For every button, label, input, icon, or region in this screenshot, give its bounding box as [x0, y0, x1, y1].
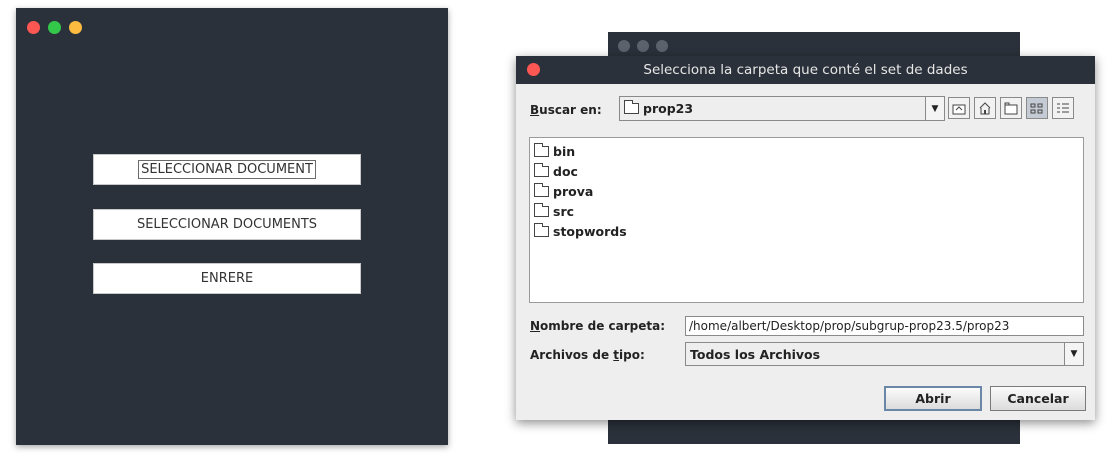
folder-icon — [534, 182, 549, 197]
folder-icon — [534, 142, 549, 157]
open-button[interactable]: Abrir — [884, 386, 982, 411]
new-folder-icon — [1004, 102, 1018, 114]
inactive-close-icon — [618, 40, 630, 52]
file-list[interactable]: bin doc prova src stopwords — [529, 137, 1084, 303]
inactive-minimize-icon — [656, 40, 668, 52]
back-button[interactable]: ENRERE — [93, 263, 361, 294]
window-controls — [27, 21, 82, 34]
list-item-label: src — [553, 203, 575, 219]
dialog-title: Selecciona la carpeta que conté el set d… — [643, 62, 968, 78]
list-item-label: stopwords — [553, 223, 627, 239]
file-type-combo[interactable]: Todos los Archivos ▼ — [685, 342, 1084, 366]
list-item[interactable]: doc — [530, 161, 1083, 181]
details-view-button[interactable] — [1052, 97, 1074, 119]
dialog-close-icon[interactable] — [527, 63, 540, 76]
folder-icon — [534, 202, 549, 217]
look-in-value: prop23 — [643, 101, 694, 116]
file-type-value: Todos los Archivos — [690, 346, 821, 362]
file-type-label: Archivos de tipo: — [530, 348, 645, 362]
new-folder-button[interactable] — [1000, 97, 1022, 119]
list-item[interactable]: bin — [530, 141, 1083, 161]
home-icon — [979, 101, 991, 114]
dialog-titlebar: Selecciona la carpeta que conté el set d… — [516, 56, 1095, 84]
file-type-label-text-end: ipo: — [619, 348, 645, 362]
list-view-button[interactable] — [1026, 97, 1048, 119]
look-in-combo[interactable]: prop23 ▼ — [619, 96, 945, 121]
look-in-label-text: uscar en: — [539, 103, 602, 117]
list-item[interactable]: src — [530, 201, 1083, 221]
folder-name-label-text: ombre de carpeta: — [540, 319, 666, 333]
chevron-down-icon[interactable]: ▼ — [925, 97, 944, 120]
folder-name-mnemonic: N — [530, 319, 541, 333]
file-type-label-text: Archivos de — [530, 348, 614, 362]
up-folder-icon — [952, 104, 966, 114]
folder-icon — [534, 162, 549, 177]
main-window: SELECCIONAR DOCUMENT SELECCIONAR DOCUMEN… — [16, 8, 448, 445]
list-item-label: bin — [553, 143, 576, 159]
cancel-button[interactable]: Cancelar — [990, 386, 1086, 411]
folder-name-input[interactable] — [685, 316, 1084, 336]
list-item-label: prova — [553, 183, 594, 199]
list-item-label: doc — [553, 163, 578, 179]
minimize-window-icon[interactable] — [69, 21, 82, 34]
folder-icon — [624, 100, 639, 114]
select-documents-button[interactable]: SELECCIONAR DOCUMENTS — [93, 209, 361, 240]
look-in-mnemonic: B — [530, 103, 540, 117]
up-one-level-button[interactable] — [948, 97, 970, 119]
folder-name-label: Nombre de carpeta: — [530, 319, 665, 333]
folder-icon — [534, 222, 549, 237]
list-item[interactable]: stopwords — [530, 221, 1083, 241]
look-in-label: Buscar en: — [530, 103, 602, 117]
chevron-down-icon[interactable]: ▼ — [1064, 343, 1083, 365]
home-button[interactable] — [974, 97, 996, 119]
details-view-icon — [1057, 103, 1069, 112]
inactive-maximize-icon — [637, 40, 649, 52]
dialog-toolbar — [948, 97, 1074, 119]
select-document-button[interactable]: SELECCIONAR DOCUMENT — [93, 154, 361, 185]
background-window-controls — [618, 40, 668, 52]
folder-chooser-dialog: Selecciona la carpeta que conté el set d… — [516, 56, 1095, 420]
close-window-icon[interactable] — [27, 21, 40, 34]
select-document-label: SELECCIONAR DOCUMENT — [138, 160, 316, 179]
list-view-icon — [1030, 103, 1043, 113]
maximize-window-icon[interactable] — [48, 21, 61, 34]
list-item[interactable]: prova — [530, 181, 1083, 201]
